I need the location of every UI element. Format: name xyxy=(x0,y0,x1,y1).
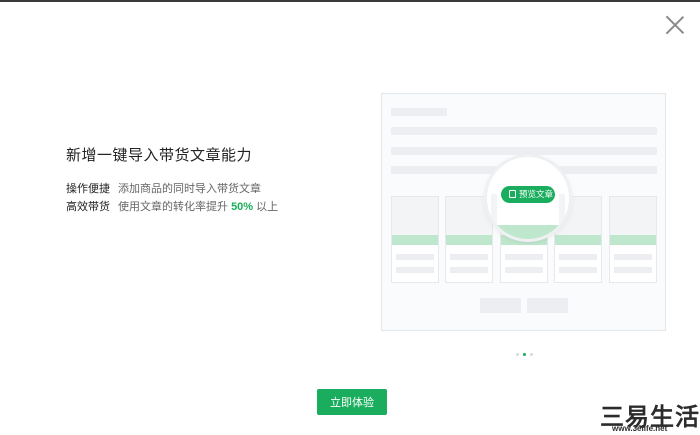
preview-article-label: 预览文章 xyxy=(519,189,554,199)
close-icon[interactable] xyxy=(664,14,686,36)
pager-dot[interactable] xyxy=(530,353,533,356)
pager-dot[interactable] xyxy=(516,353,519,356)
document-icon xyxy=(509,190,516,198)
button-placeholder xyxy=(527,298,568,313)
product-card-placeholder xyxy=(609,196,657,283)
placeholder-bar xyxy=(391,127,657,135)
pager-dot-active[interactable] xyxy=(523,353,526,356)
button-placeholder xyxy=(480,298,521,313)
product-card-placeholder xyxy=(391,196,439,283)
product-card-placeholder xyxy=(445,196,493,283)
try-now-button[interactable]: 立即体验 xyxy=(317,389,387,415)
feature-text: 使用文章的转化率提升 xyxy=(118,201,228,213)
preview-article-button: 预览文章 xyxy=(501,186,555,203)
feature-label: 高效带货 xyxy=(66,201,110,213)
top-border xyxy=(0,0,700,2)
feature-text: 添加商品的同时导入带货文章 xyxy=(118,183,261,195)
feature-highlight: 50% xyxy=(231,201,254,213)
feature-label: 操作便捷 xyxy=(66,183,110,195)
feature-row-convenient: 操作便捷 添加商品的同时导入带货文章 xyxy=(66,180,261,196)
dialog-title: 新增一键导入带货文章能力 xyxy=(66,147,253,164)
placeholder-bar xyxy=(391,147,657,155)
placeholder-bar xyxy=(391,108,447,116)
feature-text-suffix: 以上 xyxy=(256,201,279,213)
watermark-url: www.3elife.net xyxy=(612,424,668,433)
watermark-logo: 三易生活 www.3elife.net xyxy=(600,397,700,435)
feature-row-efficient: 高效带货 使用文章的转化率提升 50% 以上 xyxy=(66,198,278,214)
